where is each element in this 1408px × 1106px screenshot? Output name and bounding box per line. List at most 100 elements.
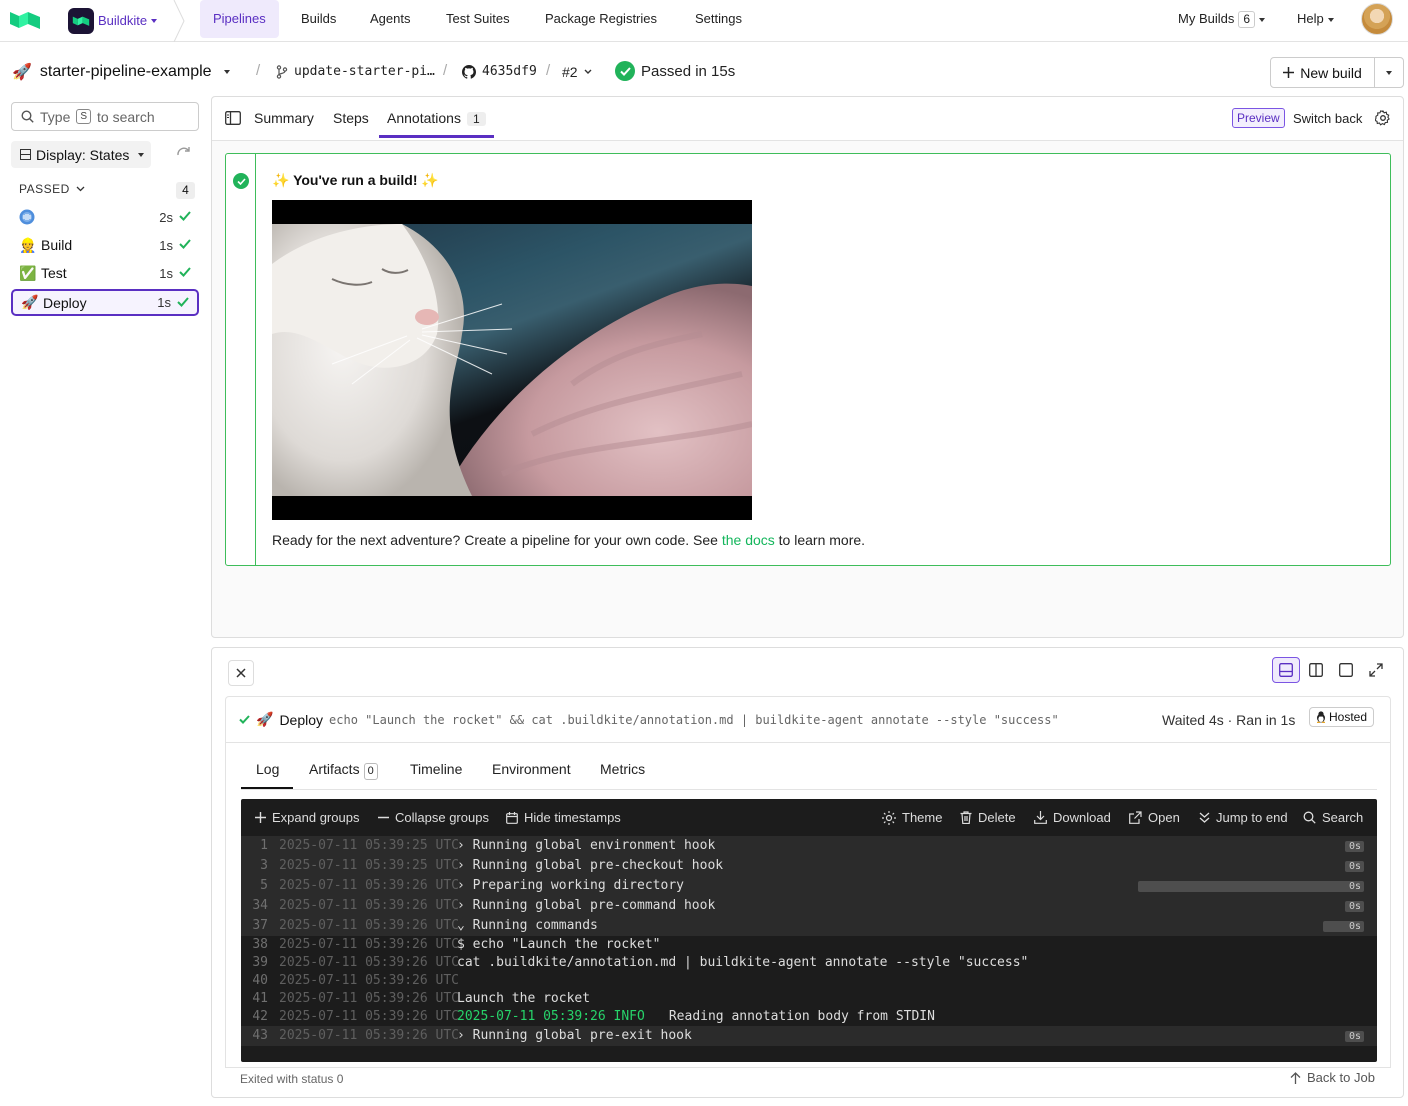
- download-icon: [1034, 811, 1047, 824]
- switch-back-link[interactable]: Switch back: [1293, 111, 1362, 126]
- collapse-groups-label: Collapse groups: [395, 810, 489, 825]
- tab-environment[interactable]: Environment: [492, 761, 571, 777]
- buildkite-logo-icon[interactable]: [10, 9, 40, 31]
- hide-timestamps-button[interactable]: Hide timestamps: [506, 810, 621, 825]
- sidebar-toggle-icon[interactable]: [225, 111, 241, 125]
- line-number[interactable]: 37: [241, 916, 268, 936]
- top-nav: Buildkite Pipelines Builds Agents Test S…: [0, 0, 1408, 42]
- step-label: Deploy: [43, 294, 87, 311]
- build-details-panel: Summary Steps Annotations 1 Preview Switc…: [211, 96, 1404, 638]
- jump-to-end-button[interactable]: Jump to end: [1199, 810, 1288, 825]
- tab-artifacts[interactable]: Artifacts 0: [309, 761, 378, 780]
- step-item-build[interactable]: 👷 Build 1s: [11, 232, 199, 258]
- passed-icon: [615, 61, 635, 81]
- annotation-text-after: to learn more.: [774, 532, 866, 548]
- chevron-down-icon: [1259, 17, 1266, 22]
- org-switcher[interactable]: Buildkite: [60, 0, 180, 41]
- log-timestamp: 2025-07-11 05:39:26 UTC: [279, 955, 460, 970]
- layout-side-button[interactable]: [1302, 657, 1330, 683]
- close-drawer-button[interactable]: [228, 660, 254, 686]
- open-log-button[interactable]: Open: [1129, 810, 1180, 825]
- new-build-button[interactable]: New build: [1271, 58, 1375, 87]
- line-number[interactable]: 41: [241, 989, 268, 1009]
- theme-button[interactable]: Theme: [882, 810, 942, 825]
- back-to-job-link[interactable]: Back to Job: [1290, 1070, 1375, 1085]
- tab-steps[interactable]: Steps: [333, 110, 369, 126]
- group-duration-badge: 0s: [1323, 921, 1364, 932]
- layout-bottom-button[interactable]: [1272, 657, 1300, 683]
- pipeline-selector[interactable]: 🚀 starter-pipeline-example: [12, 62, 230, 82]
- passed-group-toggle[interactable]: PASSED: [19, 182, 85, 196]
- search-placeholder-suffix: to search: [97, 108, 155, 125]
- build-number-selector[interactable]: #2: [562, 64, 592, 80]
- job-command: echo "Launch the rocket" && cat .buildki…: [329, 712, 1059, 727]
- log-line: 38 2025-07-11 05:39:26 UTC $ echo "Launch …: [241, 935, 1377, 955]
- new-build-dropdown[interactable]: [1375, 58, 1403, 87]
- breadcrumb-separator: /: [546, 62, 551, 79]
- line-number[interactable]: 1: [241, 836, 268, 856]
- help-menu[interactable]: Help: [1297, 0, 1334, 38]
- display-mode-dropdown[interactable]: Display: States: [11, 141, 151, 168]
- step-item-deploy[interactable]: 🚀 Deploy 1s: [11, 289, 199, 316]
- line-number[interactable]: 43: [241, 1026, 268, 1046]
- log-line: 41 2025-07-11 05:39:26 UTC Launch the rock…: [241, 989, 1377, 1009]
- arrow-up-icon: [1290, 1071, 1301, 1084]
- layout-icon: [20, 149, 31, 160]
- log-group-row[interactable]: 37 2025-07-11 05:39:26 UTC ⌄ Running comma…: [241, 916, 1377, 936]
- step-search-input[interactable]: Type S to search: [11, 102, 199, 131]
- tab-annotations[interactable]: Annotations 1: [379, 110, 494, 138]
- nav-agents[interactable]: Agents: [370, 0, 410, 38]
- log-group-row[interactable]: 5 2025-07-11 05:39:26 UTC › Preparing work…: [241, 876, 1377, 896]
- step-item-pipeline-upload[interactable]: 2s: [11, 204, 199, 230]
- expand-button[interactable]: [1362, 657, 1390, 683]
- line-number[interactable]: 39: [241, 953, 268, 973]
- line-number[interactable]: 3: [241, 856, 268, 876]
- avatar[interactable]: [1361, 3, 1393, 35]
- preview-badge: Preview: [1232, 108, 1285, 128]
- breadcrumb-separator: /: [256, 62, 261, 79]
- delete-log-button[interactable]: Delete: [960, 810, 1016, 825]
- log-group-row[interactable]: 3 2025-07-11 05:39:25 UTC › Running global…: [241, 856, 1377, 876]
- tab-summary[interactable]: Summary: [254, 110, 314, 126]
- tab-log[interactable]: Log: [241, 761, 294, 789]
- minus-icon: [378, 816, 389, 819]
- nav-pipelines[interactable]: Pipelines: [200, 0, 279, 38]
- step-duration: 2s: [159, 209, 173, 225]
- branch-link[interactable]: update-starter-pi…: [276, 64, 435, 79]
- log-group-row[interactable]: 43 2025-07-11 05:39:26 UTC › Running globa…: [241, 1026, 1377, 1046]
- check-icon: [179, 239, 191, 249]
- hosted-agent-badge[interactable]: Hosted: [1309, 707, 1375, 727]
- log-group-row[interactable]: 34 2025-07-11 05:39:26 UTC › Running globa…: [241, 896, 1377, 916]
- commit-link[interactable]: 4635df9: [462, 64, 537, 79]
- my-builds-button[interactable]: My Builds 6: [1178, 0, 1266, 38]
- nav-test-suites[interactable]: Test Suites: [446, 0, 510, 38]
- line-number[interactable]: 38: [241, 935, 268, 955]
- line-number[interactable]: 42: [241, 1007, 268, 1027]
- expand-groups-button[interactable]: Expand groups: [255, 810, 359, 825]
- nav-builds[interactable]: Builds: [301, 0, 336, 38]
- collapse-groups-button[interactable]: Collapse groups: [378, 810, 489, 825]
- log-timestamp: 2025-07-11 05:39:25 UTC: [279, 838, 460, 853]
- chevron-down-icon: [584, 69, 592, 74]
- nav-package-registries[interactable]: Package Registries: [545, 0, 657, 38]
- job-drawer: 🚀 Deploy echo "Launch the rocket" && cat…: [211, 647, 1404, 1098]
- cat-gif-image: [272, 200, 752, 520]
- tab-timeline[interactable]: Timeline: [410, 761, 462, 777]
- check-mark-button-icon: ✅: [19, 264, 37, 281]
- refresh-icon[interactable]: [176, 146, 192, 160]
- line-number[interactable]: 5: [241, 876, 268, 896]
- docs-link[interactable]: the docs: [722, 532, 775, 548]
- nav-settings[interactable]: Settings: [695, 0, 742, 38]
- rocket-icon: 🚀: [12, 64, 32, 81]
- chevron-down-icon: [151, 18, 158, 23]
- step-item-test[interactable]: ✅ Test 1s: [11, 260, 199, 286]
- search-log-button[interactable]: Search: [1303, 810, 1363, 825]
- line-number[interactable]: 40: [241, 971, 268, 991]
- job-subtabs: Log Artifacts 0 Timeline Environment Metr…: [241, 743, 1377, 790]
- log-group-row[interactable]: 1 2025-07-11 05:39:25 UTC › Running global…: [241, 836, 1377, 856]
- tab-metrics[interactable]: Metrics: [600, 761, 645, 777]
- line-number[interactable]: 34: [241, 896, 268, 916]
- layout-full-button[interactable]: [1332, 657, 1360, 683]
- download-log-button[interactable]: Download: [1034, 810, 1111, 825]
- gear-icon[interactable]: [1375, 110, 1391, 126]
